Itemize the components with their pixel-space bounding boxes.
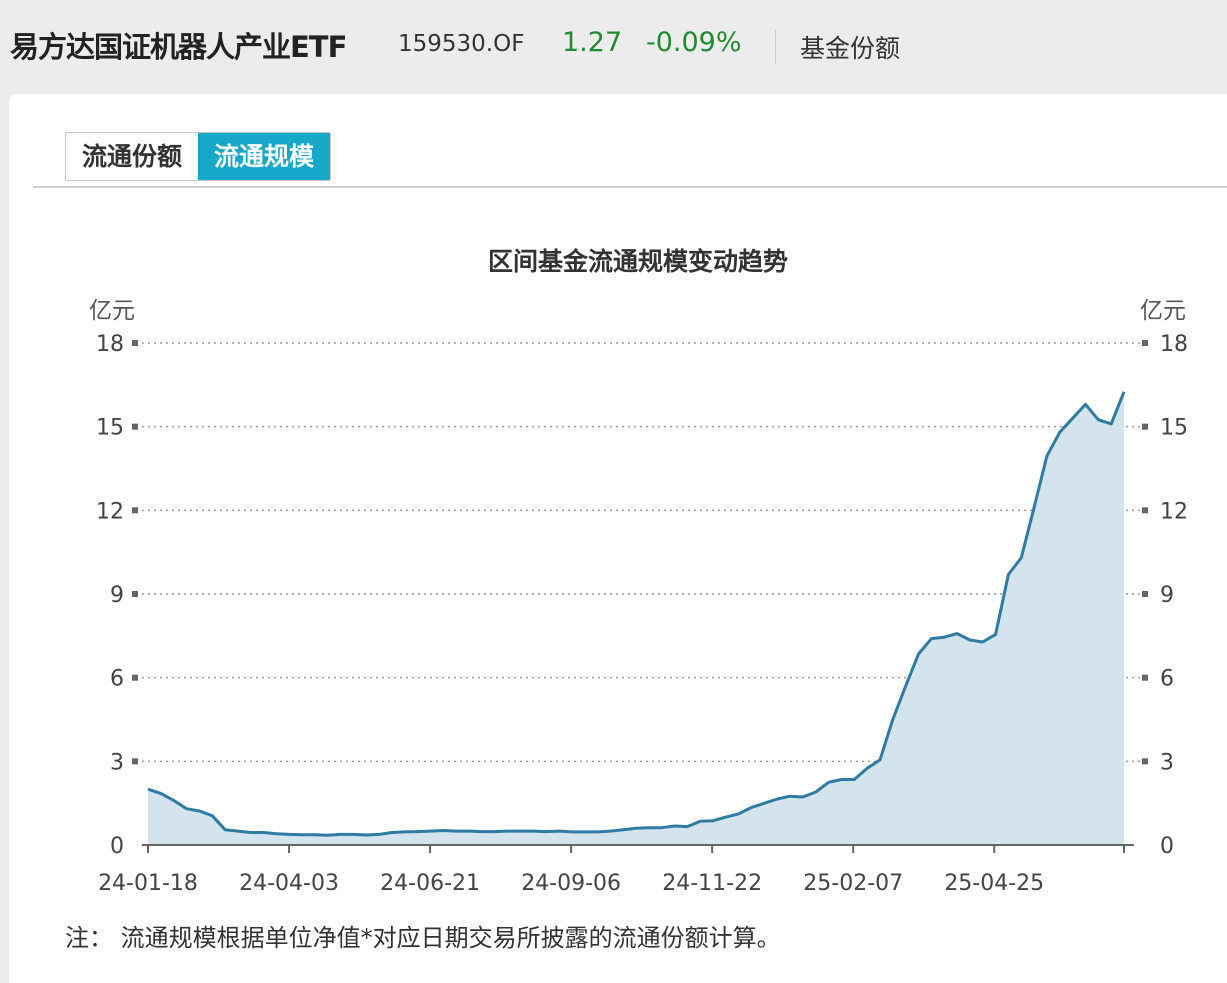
y-tick-marker bbox=[132, 340, 138, 346]
header-divider bbox=[775, 30, 776, 64]
fund-price: 1.27 bbox=[562, 27, 623, 58]
y-tick-label-right: 15 bbox=[1160, 416, 1188, 441]
y-tick-label-left: 9 bbox=[110, 583, 124, 608]
y-tick-label-left: 15 bbox=[96, 416, 124, 441]
chart-title: 区间基金流通规模变动趋势 bbox=[488, 247, 788, 276]
x-tick-label: 25-04-25 bbox=[944, 871, 1044, 896]
series-area bbox=[148, 391, 1124, 845]
y-tick-label-left: 18 bbox=[96, 332, 124, 357]
y-tick-marker bbox=[132, 423, 138, 430]
y-tick-label-left: 3 bbox=[110, 750, 124, 775]
x-tick-label: 24-04-03 bbox=[239, 871, 339, 896]
y-tick-marker bbox=[1142, 423, 1148, 430]
y-tick-marker bbox=[132, 674, 138, 681]
chart-panel: 流通份额 流通规模 区间基金流通规模变动趋势 亿元 亿元 0 0 3 3 6 6 9 9 12 1… bbox=[9, 94, 1227, 983]
y-tick-marker bbox=[1142, 340, 1148, 346]
y-tick-marker bbox=[132, 758, 138, 765]
fund-change: -0.09% bbox=[646, 27, 742, 58]
x-tick-label: 24-06-21 bbox=[380, 871, 480, 896]
y-tick-marker bbox=[1142, 591, 1148, 597]
y-tick-label-right: 3 bbox=[1160, 750, 1174, 775]
fund-code: 159530.OF bbox=[398, 31, 525, 57]
fund-header: 易方达国证机器人产业ETF 159530.OF 1.27 -0.09% 基金份额 bbox=[0, 0, 1227, 92]
y-tick-label-left: 0 bbox=[110, 834, 124, 859]
y-tick-marker bbox=[1142, 758, 1148, 765]
fund-shares-link[interactable]: 基金份额 bbox=[800, 29, 900, 65]
y-axis-unit-right: 亿元 bbox=[1140, 298, 1186, 324]
y-tick-marker bbox=[1142, 674, 1148, 681]
x-tick-label: 24-09-06 bbox=[521, 871, 621, 896]
y-tick-label-right: 9 bbox=[1160, 583, 1174, 608]
y-tick-label-right: 0 bbox=[1160, 834, 1174, 859]
y-tick-label-right: 12 bbox=[1160, 499, 1188, 524]
y-tick-marker bbox=[1142, 507, 1148, 514]
y-axis-unit-left: 亿元 bbox=[89, 298, 135, 324]
x-tick-label: 24-01-18 bbox=[98, 871, 198, 896]
footnote: 注： 流通规模根据单位净值*对应日期交易所披露的流通份额计算。 bbox=[65, 924, 781, 952]
y-tick-marker bbox=[132, 507, 138, 514]
x-tick-label: 24-11-22 bbox=[662, 871, 762, 896]
scale-trend-chart: 区间基金流通规模变动趋势 亿元 亿元 0 0 3 3 6 6 9 9 12 12 15 15 18 18 2… bbox=[89, 247, 1188, 896]
y-tick-label-left: 6 bbox=[110, 667, 124, 692]
x-tick-label: 25-02-07 bbox=[803, 871, 903, 896]
fund-name: 易方达国证机器人产业ETF bbox=[10, 30, 347, 64]
y-tick-marker bbox=[132, 591, 138, 597]
y-tick-label-right: 6 bbox=[1160, 667, 1174, 692]
y-tick-label-left: 12 bbox=[96, 499, 124, 524]
y-tick-label-right: 18 bbox=[1160, 332, 1188, 357]
